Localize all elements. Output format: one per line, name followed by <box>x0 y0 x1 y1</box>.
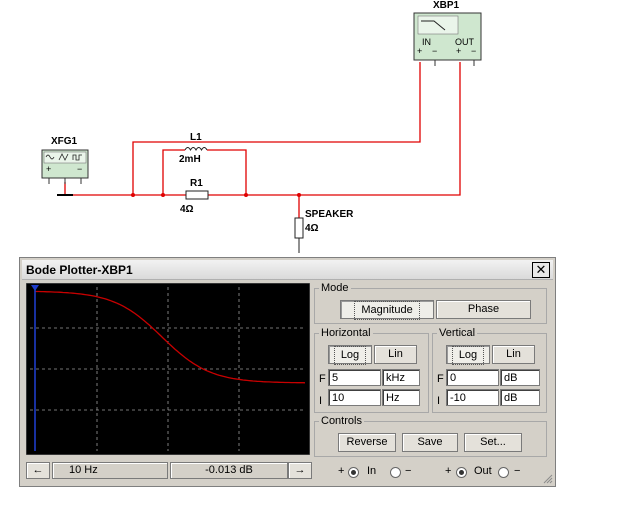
inductor-coil-icon <box>184 147 208 152</box>
resistor-body-icon <box>185 190 209 200</box>
arrow-left-icon: ← <box>32 464 44 476</box>
horizontal-initial-input[interactable]: 10 <box>328 389 381 406</box>
xbp1-screen <box>417 15 459 35</box>
horizontal-legend: Horizontal <box>321 327 371 339</box>
vertical-lin-label: Lin <box>506 348 521 360</box>
vertical-legend: Vertical <box>439 327 476 339</box>
horizontal-final-label: F <box>319 373 326 385</box>
junction-dot <box>161 193 165 197</box>
speaker-component[interactable]: SPEAKER 4Ω <box>294 209 354 253</box>
set-button[interactable]: Set... <box>464 433 522 452</box>
frequency-readout: 10 Hz <box>52 462 168 479</box>
function-generator-xfg1[interactable]: XFG1 + − <box>41 136 89 184</box>
magnitude-label: Magnitude <box>354 301 420 320</box>
xbp1-in-plus: + <box>417 46 422 56</box>
bode-plot-display[interactable] <box>26 283 310 455</box>
vertical-log-label: Log <box>451 346 485 365</box>
resistor-r1[interactable]: R1 4Ω <box>180 178 209 215</box>
vertical-initial-label: I <box>437 395 441 407</box>
phase-label: Phase <box>467 303 500 315</box>
wire-l1-right <box>207 149 247 195</box>
vertical-final-input[interactable]: 0 <box>446 369 499 386</box>
cursor-right-button[interactable]: → <box>288 462 312 479</box>
magnitude-button[interactable]: Magnitude <box>340 300 434 320</box>
xbp1-out-minus: − <box>471 46 476 56</box>
horizontal-log-label: Log <box>333 346 367 365</box>
bode-plotter-xbp1[interactable]: XBP1 IN OUT + − + − <box>413 0 482 66</box>
xfg1-label: XFG1 <box>51 136 78 147</box>
cursor-left-button[interactable]: ← <box>26 462 50 479</box>
window-title: Bode Plotter-XBP1 <box>26 263 133 277</box>
out-label: Out <box>474 465 492 477</box>
resize-grip-icon[interactable] <box>541 472 553 484</box>
set-label: Set... <box>480 436 506 448</box>
phase-button[interactable]: Phase <box>436 300 531 319</box>
wire-main <box>64 62 461 196</box>
in-plus-radio[interactable] <box>348 467 359 478</box>
horizontal-log-button[interactable]: Log <box>328 345 372 365</box>
out-minus-label: − <box>514 465 521 477</box>
junction-dot <box>297 193 301 197</box>
in-label: In <box>367 465 377 477</box>
circuit-schematic: XFG1 + − L1 2mH R1 4Ω SPEAKER 4Ω XBP1 IN <box>41 0 482 253</box>
out-minus-radio[interactable] <box>498 467 509 478</box>
horizontal-initial-unit[interactable]: Hz <box>382 389 420 406</box>
in-minus-label: − <box>405 465 412 477</box>
controls-legend: Controls <box>321 415 362 427</box>
wire-input-branch <box>132 62 421 195</box>
window-title-bar[interactable]: Bode Plotter-XBP1 ✕ <box>22 260 553 280</box>
xfg1-plus: + <box>46 164 51 174</box>
magnitude-readout: -0.013 dB <box>170 462 288 479</box>
reverse-button[interactable]: Reverse <box>338 433 396 452</box>
in-minus-radio[interactable] <box>390 467 401 478</box>
horizontal-lin-label: Lin <box>388 348 403 360</box>
out-plus-radio[interactable] <box>456 467 467 478</box>
xbp1-label: XBP1 <box>433 0 460 11</box>
reverse-label: Reverse <box>346 436 388 448</box>
horizontal-final-unit[interactable]: kHz <box>382 369 420 386</box>
xbp1-out-plus: + <box>456 46 461 56</box>
horizontal-initial-label: I <box>319 395 323 407</box>
horizontal-final-input[interactable]: 5 <box>328 369 381 386</box>
wires <box>64 62 461 218</box>
inductor-l1[interactable]: L1 2mH <box>179 132 208 165</box>
horizontal-lin-button[interactable]: Lin <box>374 345 417 364</box>
speaker-body-icon <box>294 217 304 239</box>
save-button[interactable]: Save <box>402 433 458 452</box>
xbp1-in-minus: − <box>432 46 437 56</box>
mode-legend: Mode <box>321 282 349 294</box>
vertical-final-label: F <box>437 373 444 385</box>
vertical-initial-input[interactable]: -10 <box>446 389 499 406</box>
vertical-log-button[interactable]: Log <box>446 345 490 365</box>
junction-dot <box>244 193 248 197</box>
speaker-value: 4Ω <box>305 223 319 234</box>
junction-dot <box>131 193 135 197</box>
vertical-lin-button[interactable]: Lin <box>492 345 535 364</box>
out-plus-label: + <box>445 465 452 477</box>
speaker-label: SPEAKER <box>305 209 354 220</box>
xfg1-minus: − <box>77 164 82 174</box>
vertical-final-unit[interactable]: dB <box>500 369 540 386</box>
vertical-initial-unit[interactable]: dB <box>500 389 540 406</box>
in-plus-label: + <box>338 465 345 477</box>
r1-label: R1 <box>190 178 203 189</box>
save-label: Save <box>417 436 443 448</box>
l1-value: 2mH <box>179 154 201 165</box>
r1-value: 4Ω <box>180 204 194 215</box>
l1-label: L1 <box>190 132 202 143</box>
arrow-right-icon: → <box>294 464 306 476</box>
bode-plotter-window: Bode Plotter-XBP1 ✕ Mode Magnitude Phase… <box>19 257 556 487</box>
close-button[interactable]: ✕ <box>532 262 550 278</box>
xbp1-in-label: IN <box>422 37 431 47</box>
close-icon: ✕ <box>535 262 547 277</box>
